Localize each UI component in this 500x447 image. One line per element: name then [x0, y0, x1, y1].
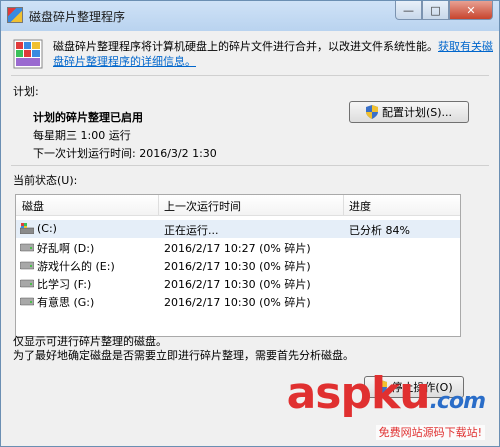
disk-name: 好乱啊 (D:) — [37, 242, 95, 255]
defrag-window: 磁盘碎片整理程序 — □ ✕ 磁盘碎片整理程序将计算机硬盘上的碎片文件进行合并，… — [0, 0, 500, 447]
table-row[interactable]: 游戏什么的 (E:) 2016/2/17 10:30 (0% 碎片) — [16, 256, 460, 274]
site-watermark: aspku.com 免费网站源码下载站! — [287, 372, 486, 440]
drive-icon — [20, 279, 34, 288]
progress: 已分析 84% — [349, 224, 410, 237]
next-run-time: 下一次计划运行时间: 2016/3/2 1:30 — [33, 147, 217, 160]
column-header-disk[interactable]: 磁盘 — [22, 198, 44, 213]
last-run: 2016/2/17 10:30 (0% 碎片) — [164, 296, 311, 309]
last-run: 2016/2/17 10:30 (0% 碎片) — [164, 260, 311, 273]
disk-name: 游戏什么的 (E:) — [37, 260, 115, 273]
table-row[interactable]: (C:) 正在运行... 已分析 84% — [16, 220, 460, 238]
configure-schedule-label: 配置计划(S)... — [381, 106, 453, 119]
drive-icon — [20, 261, 34, 270]
last-run: 2016/2/17 10:30 (0% 碎片) — [164, 278, 311, 291]
column-header-last-run[interactable]: 上一次运行时间 — [164, 198, 241, 213]
table-row[interactable]: 比学习 (F:) 2016/2/17 10:30 (0% 碎片) — [16, 274, 460, 292]
configure-schedule-button[interactable]: 配置计划(S)... — [349, 101, 469, 123]
disk-name: (C:) — [37, 222, 57, 235]
column-header-progress[interactable]: 进度 — [349, 198, 371, 213]
schedule-frequency: 每星期三 1:00 运行 — [33, 129, 131, 142]
column-divider[interactable] — [343, 195, 344, 215]
intro-text-block: 磁盘碎片整理程序将计算机硬盘上的碎片文件进行合并，以改进文件系统性能。获取有关磁… — [53, 39, 493, 69]
note-line-1: 仅显示可进行碎片整理的磁盘。 — [13, 335, 167, 348]
maximize-button[interactable]: □ — [422, 1, 449, 20]
divider — [11, 165, 489, 166]
current-status-label: 当前状态(U): — [13, 174, 78, 187]
table-row[interactable]: 好乱啊 (D:) 2016/2/17 10:27 (0% 碎片) — [16, 238, 460, 256]
drive-icon — [20, 297, 34, 306]
title-bar[interactable]: 磁盘碎片整理程序 — □ ✕ — [1, 1, 499, 31]
watermark-logo: aspku — [286, 368, 431, 419]
close-button[interactable]: ✕ — [449, 1, 493, 20]
defrag-app-icon — [7, 7, 23, 23]
table-header: 磁盘 上一次运行时间 进度 — [16, 195, 460, 216]
system-drive-icon — [20, 223, 34, 234]
defrag-icon — [13, 39, 43, 69]
watermark-tagline: 免费网站源码下载站! — [375, 425, 485, 440]
schedule-status: 计划的碎片整理已启用 — [33, 111, 143, 124]
drive-icon — [20, 243, 34, 252]
column-divider[interactable] — [158, 195, 159, 215]
window-title: 磁盘碎片整理程序 — [29, 10, 126, 24]
minimize-button[interactable]: — — [395, 1, 422, 20]
note-line-2: 为了最好地确定磁盘是否需要立即进行碎片整理，需要首先分析磁盘。 — [13, 349, 354, 362]
disk-name: 有意思 (G:) — [37, 296, 95, 309]
intro-description: 磁盘碎片整理程序将计算机硬盘上的碎片文件进行合并，以改进文件系统性能。 — [53, 40, 438, 53]
disk-name: 比学习 (F:) — [37, 278, 92, 291]
disk-list-table[interactable]: 磁盘 上一次运行时间 进度 (C:) 正在运行... 已分析 84% 好乱啊 (… — [15, 194, 461, 337]
uac-shield-icon — [365, 105, 378, 119]
window-controls: — □ ✕ — [395, 1, 493, 20]
last-run: 正在运行... — [164, 224, 219, 237]
schedule-section-label: 计划: — [13, 85, 39, 98]
last-run: 2016/2/17 10:27 (0% 碎片) — [164, 242, 311, 255]
watermark-suffix: .com — [429, 389, 486, 414]
divider — [11, 75, 489, 76]
table-row[interactable]: 有意思 (G:) 2016/2/17 10:30 (0% 碎片) — [16, 292, 460, 310]
